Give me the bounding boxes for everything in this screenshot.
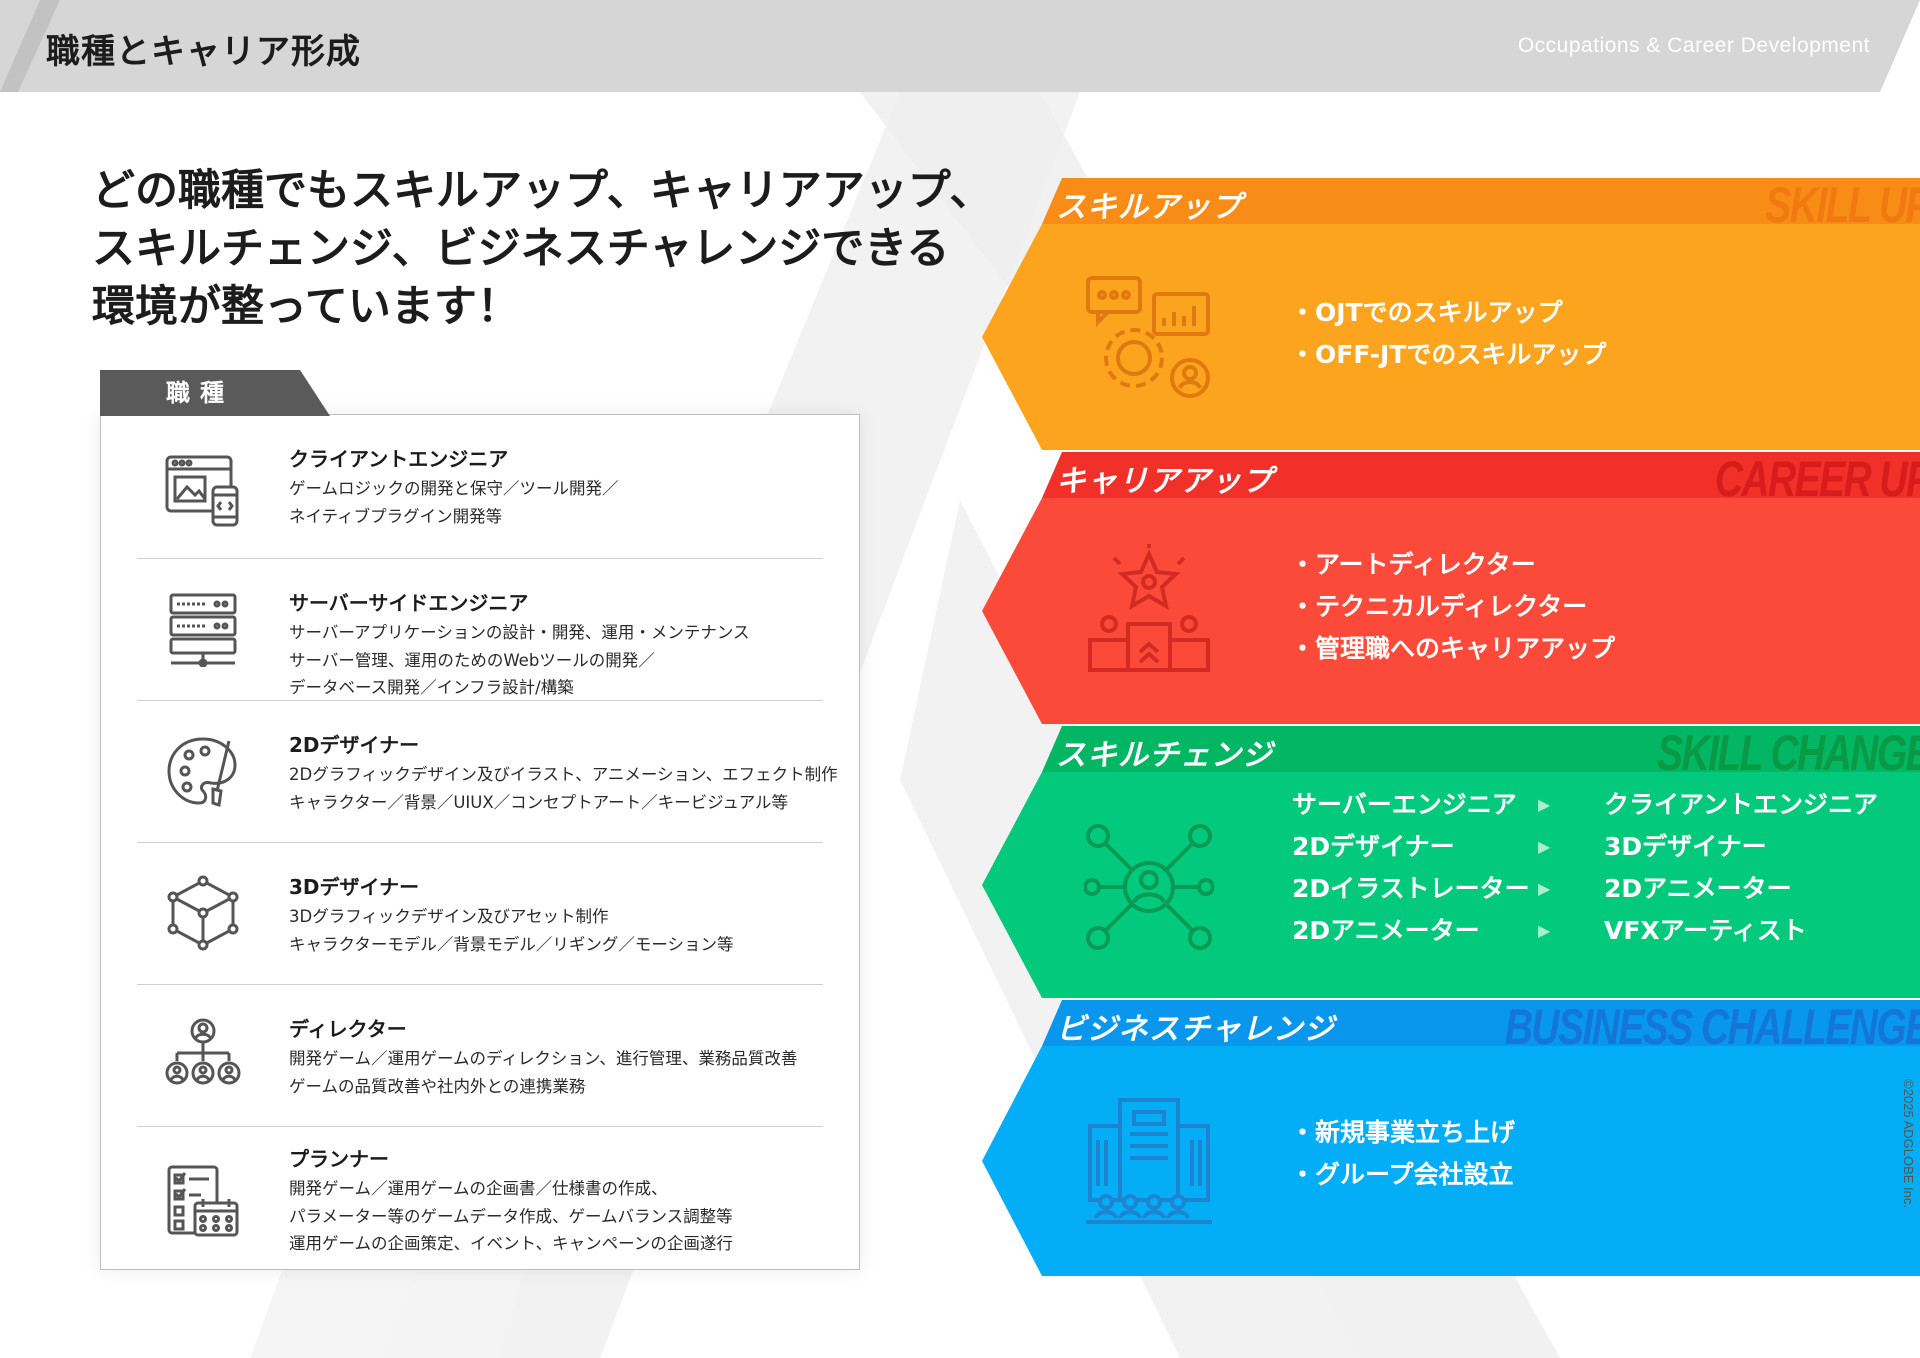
skill-change-english-label: SKILL CHANGE <box>1656 725 1920 781</box>
team-hierarchy-icon <box>165 1018 241 1085</box>
occupation-description: 運用ゲームの企画策定、イベント、キャンペーンの企画遂行 <box>289 1234 733 1253</box>
skill-change-to: 2Dアニメーター <box>1604 874 1792 903</box>
career-up-label: キャリアアップ <box>1056 464 1273 499</box>
skill-change-from: 2Dデザイナー <box>1292 832 1455 861</box>
headline: どの職種でもスキルアップ、キャリアアップ、 スキルチェンジ、ビジネスチャレンジで… <box>92 162 993 336</box>
career-up-english-label: CAREER UP <box>1714 451 1920 507</box>
career-up-item: ・テクニカルディレクター <box>1290 592 1588 621</box>
skill-change-to: クライアントエンジニア <box>1604 790 1879 819</box>
page-title: 職種とキャリア形成 <box>46 32 361 72</box>
occupation-description: サーバーアプリケーションの設計・開発、運用・メンテナンス <box>289 623 750 642</box>
skill-change-label: スキルチェンジ <box>1056 738 1273 773</box>
occupation-description: 2Dグラフィックデザイン及びイラスト、アニメーション、エフェクト制作 <box>289 765 838 784</box>
page-header: 職種とキャリア形成 Occupations & Career Developme… <box>0 0 1920 92</box>
occupation-description: キャラクターモデル／背景モデル／リギング／モーション等 <box>289 934 734 954</box>
career-up-item: ・アートディレクター <box>1290 550 1536 579</box>
occupation-description: ゲームロジックの開発と保守／ツール開発／ <box>289 479 619 498</box>
arrow-right-icon: ▶ <box>1538 795 1551 814</box>
skill-change-from: 2Dアニメーター <box>1292 916 1480 945</box>
occupation-title: 2Dデザイナー <box>289 733 420 757</box>
headline-line: スキルチェンジ、ビジネスチャレンジできる <box>92 224 950 274</box>
business-challenge-label: ビジネスチャレンジ <box>1056 1012 1335 1047</box>
arrow-right-icon: ▶ <box>1538 837 1551 856</box>
star-podium-icon <box>1088 544 1210 672</box>
business-challenge-banner: BUSINESS CHALLENGE ビジネスチャレンジ ・新規事業立ち上げ ・… <box>982 999 1920 1276</box>
skill-up-banner: SKILL UP スキルアップ ・OJTでのスキルアップ ・OFF-JTでのスキ… <box>982 177 1920 450</box>
occupation-description: データベース開発／インフラ設計/構築 <box>289 678 574 697</box>
occupation-title: ディレクター <box>289 1017 407 1041</box>
gear-chat-chart-icon <box>1086 276 1210 398</box>
arrow-right-icon: ▶ <box>1538 879 1551 898</box>
occupation-description: ゲームの品質改善や社内外との連携業務 <box>289 1076 586 1096</box>
skill-up-label: スキルアップ <box>1056 190 1242 225</box>
page-subtitle: Occupations & Career Development <box>1517 34 1870 57</box>
occupation-title: プランナー <box>289 1147 389 1171</box>
cube-wireframe-icon <box>167 875 239 951</box>
business-challenge-item: ・新規事業立ち上げ <box>1290 1118 1516 1147</box>
career-up-banner: CAREER UP キャリアアップ ・アートディレクター ・テクニカルディレクタ… <box>982 451 1920 724</box>
occupation-description: ネイティブプラグイン開発等 <box>289 506 503 526</box>
occupation-item: クライアントエンジニア ゲームロジックの開発と保守／ツール開発／ ネイティブプラ… <box>137 415 823 559</box>
copyright-notice: ©2025 ADGLOBE Inc. <box>1901 1079 1916 1208</box>
occupation-title: 3Dデザイナー <box>289 875 420 899</box>
headline-line: 環境が整っています！ <box>92 282 520 332</box>
business-challenge-english-label: BUSINESS CHALLENGE <box>1505 999 1920 1055</box>
palette-brush-icon <box>167 737 237 807</box>
occupation-title: サーバーサイドエンジニア <box>289 591 529 615</box>
arrow-right-icon: ▶ <box>1538 921 1551 940</box>
skill-change-to: VFXアーティスト <box>1604 916 1807 945</box>
occupation-description: 開発ゲーム／運用ゲームの企画書／仕様書の作成、 <box>289 1179 668 1198</box>
occupation-item: ディレクター 開発ゲーム／運用ゲームのディレクション、進行管理、業務品質改善 ゲ… <box>137 985 823 1127</box>
business-challenge-item: ・グループ会社設立 <box>1290 1160 1514 1189</box>
occupations-tab-label: 職種 <box>166 379 234 407</box>
headline-line: どの職種でもスキルアップ、キャリアアップ、 <box>92 166 993 216</box>
skill-change-from: サーバーエンジニア <box>1292 790 1517 819</box>
corporate-building-icon <box>1086 1098 1212 1224</box>
occupation-description: キャラクター／背景／UIUX／コンセプトアート／キービジュアル等 <box>289 792 789 812</box>
browser-mobile-code-icon <box>165 455 239 527</box>
occupations-panel: クライアントエンジニア ゲームロジックの開発と保守／ツール開発／ ネイティブプラ… <box>100 414 860 1270</box>
occupations-tab: 職種 <box>100 370 330 416</box>
skill-up-english-label: SKILL UP <box>1765 177 1920 233</box>
occupation-description: 開発ゲーム／運用ゲームのディレクション、進行管理、業務品質改善 <box>289 1049 798 1068</box>
occupation-item: 3Dデザイナー 3Dグラフィックデザイン及びアセット制作 キャラクターモデル／背… <box>137 843 823 985</box>
occupation-item: プランナー 開発ゲーム／運用ゲームの企画書／仕様書の作成、 パラメーター等のゲー… <box>137 1127 823 1271</box>
occupation-item: サーバーサイドエンジニア サーバーアプリケーションの設計・開発、運用・メンテナン… <box>137 559 823 701</box>
occupation-title: クライアントエンジニア <box>289 447 509 471</box>
occupation-description: サーバー管理、運用のためのWebツールの開発／ <box>289 650 655 670</box>
career-up-item: ・管理職へのキャリアアップ <box>1290 634 1616 663</box>
skill-change-from: 2Dイラストレーター <box>1292 874 1530 903</box>
server-rack-icon <box>169 593 237 667</box>
person-network-icon <box>1084 824 1214 950</box>
occupation-description: パラメーター等のゲームデータ作成、ゲームバランス調整等 <box>289 1206 733 1226</box>
occupation-description: 3Dグラフィックデザイン及びアセット制作 <box>289 907 609 926</box>
checklist-calendar-icon <box>167 1165 239 1237</box>
skill-change-banner: SKILL CHANGE スキルチェンジ サーバーエンジニア ▶ クライアントエ… <box>982 725 1920 998</box>
skill-change-to: 3Dデザイナー <box>1604 832 1767 861</box>
skill-up-item: ・OFF-JTでのスキルアップ <box>1290 340 1607 369</box>
occupation-item: 2Dデザイナー 2Dグラフィックデザイン及びイラスト、アニメーション、エフェクト… <box>137 701 838 843</box>
skill-up-item: ・OJTでのスキルアップ <box>1290 298 1563 327</box>
